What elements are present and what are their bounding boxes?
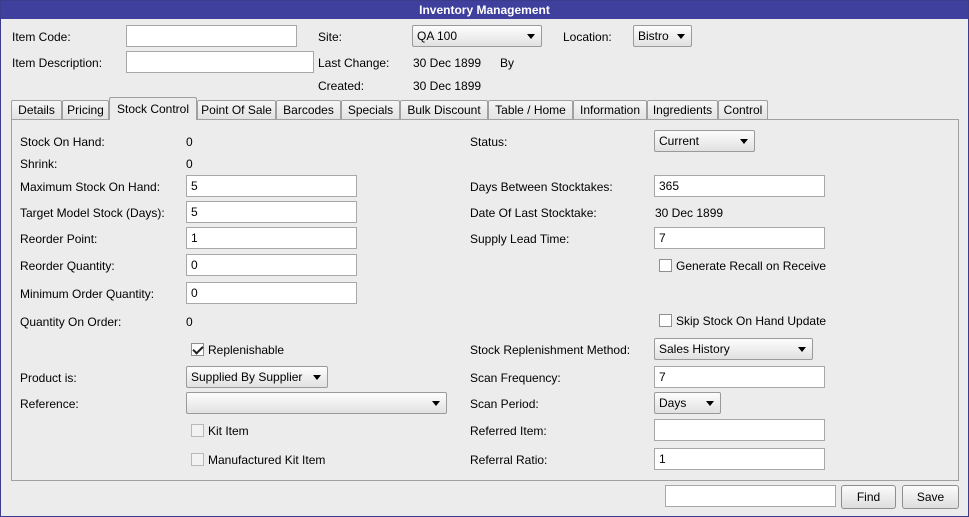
qty-on-order-value: 0 (186, 315, 193, 329)
reference-label: Reference: (20, 397, 79, 411)
min-order-input[interactable]: 0 (186, 282, 357, 304)
product-is-dropdown[interactable]: Supplied By Supplier (186, 366, 328, 388)
location-dropdown[interactable]: Bistro (633, 25, 692, 47)
chevron-down-icon (740, 139, 748, 144)
kit-item-checkbox[interactable] (191, 424, 204, 437)
reference-dropdown[interactable] (186, 392, 447, 414)
scan-period-dropdown-value: Days (659, 396, 687, 410)
tab-table-home[interactable]: Table / Home (488, 100, 573, 119)
item-description-label: Item Description: (12, 56, 103, 70)
chevron-down-icon (798, 347, 806, 352)
last-change-value: 30 Dec 1899 (413, 56, 482, 70)
reorder-qty-label: Reorder Quantity: (20, 259, 115, 273)
target-model-input[interactable]: 5 (186, 201, 357, 223)
min-order-label: Minimum Order Quantity: (20, 287, 155, 301)
site-label: Site: (318, 30, 343, 44)
tab-ingredients[interactable]: Ingredients (647, 100, 718, 119)
tab-information[interactable]: Information (573, 100, 647, 119)
shrink-label: Shrink: (20, 157, 58, 171)
find-input[interactable] (665, 485, 836, 507)
chevron-down-icon (677, 34, 685, 39)
referred-item-input[interactable] (654, 419, 825, 441)
tab-point-of-sale[interactable]: Point Of Sale (197, 100, 276, 119)
shrink-value: 0 (186, 157, 193, 171)
stock-on-hand-label: Stock On Hand: (20, 135, 105, 149)
by-label: By (500, 56, 515, 70)
inventory-window: Inventory Management Item Code: Item Des… (0, 0, 969, 517)
created-value: 30 Dec 1899 (413, 79, 482, 93)
replenishable-checkbox[interactable] (191, 343, 204, 356)
item-code-input[interactable] (126, 25, 297, 47)
qty-on-order-label: Quantity On Order: (20, 315, 122, 329)
last-change-label: Last Change: (318, 56, 390, 70)
chevron-down-icon (706, 401, 714, 406)
scan-frequency-input[interactable]: 7 (654, 366, 825, 388)
supply-lead-label: Supply Lead Time: (470, 232, 570, 246)
days-between-input[interactable]: 365 (654, 175, 825, 197)
reorder-qty-input[interactable]: 0 (186, 254, 357, 276)
days-between-label: Days Between Stocktakes: (470, 180, 613, 194)
find-button[interactable]: Find (841, 485, 896, 509)
tab-specials[interactable]: Specials (341, 100, 400, 119)
created-label: Created: (318, 79, 365, 93)
skip-soh-label: Skip Stock On Hand Update (676, 314, 827, 328)
location-label: Location: (563, 30, 612, 44)
status-label: Status: (470, 135, 508, 149)
status-dropdown-value: Current (659, 134, 700, 148)
stock-control-panel: Stock On Hand: 0 Shrink: 0 Maximum Stock… (11, 119, 959, 481)
site-dropdown-value: QA 100 (417, 29, 458, 43)
tab-details[interactable]: Details (11, 100, 62, 119)
replenishable-label: Replenishable (208, 343, 285, 357)
stock-on-hand-value: 0 (186, 135, 193, 149)
item-description-input[interactable] (126, 51, 314, 73)
referral-ratio-input[interactable]: 1 (654, 448, 825, 470)
referral-ratio-label: Referral Ratio: (470, 453, 548, 467)
last-stocktake-value: 30 Dec 1899 (655, 206, 724, 220)
item-code-label: Item Code: (12, 30, 71, 44)
scan-period-dropdown[interactable]: Days (654, 392, 721, 414)
scan-period-label: Scan Period: (470, 397, 539, 411)
reorder-point-input[interactable]: 1 (186, 227, 357, 249)
save-button[interactable]: Save (902, 485, 959, 509)
tab-pricing[interactable]: Pricing (62, 100, 109, 119)
generate-recall-label: Generate Recall on Receive (676, 259, 827, 273)
max-stock-label: Maximum Stock On Hand: (20, 180, 161, 194)
product-is-label: Product is: (20, 371, 77, 385)
manufactured-kit-label: Manufactured Kit Item (208, 453, 326, 467)
skip-soh-checkbox[interactable] (659, 314, 672, 327)
replenish-method-dropdown[interactable]: Sales History (654, 338, 813, 360)
chevron-down-icon (432, 401, 440, 406)
product-is-dropdown-value: Supplied By Supplier (191, 370, 303, 384)
target-model-label: Target Model Stock (Days): (20, 206, 165, 220)
tab-control[interactable]: Control (718, 100, 768, 119)
status-dropdown[interactable]: Current (654, 130, 755, 152)
tab-barcodes[interactable]: Barcodes (276, 100, 341, 119)
last-stocktake-label: Date Of Last Stocktake: (470, 206, 597, 220)
reorder-point-label: Reorder Point: (20, 232, 98, 246)
referred-item-label: Referred Item: (470, 424, 547, 438)
window-title: Inventory Management (1, 1, 968, 19)
chevron-down-icon (527, 34, 535, 39)
tab-bulk-discount[interactable]: Bulk Discount (400, 100, 488, 119)
generate-recall-checkbox[interactable] (659, 259, 672, 272)
manufactured-kit-checkbox[interactable] (191, 453, 204, 466)
max-stock-input[interactable]: 5 (186, 175, 357, 197)
replenish-method-label: Stock Replenishment Method: (470, 343, 631, 357)
replenish-method-dropdown-value: Sales History (659, 342, 730, 356)
supply-lead-input[interactable]: 7 (654, 227, 825, 249)
scan-frequency-label: Scan Frequency: (470, 371, 561, 385)
location-dropdown-value: Bistro (638, 29, 669, 43)
kit-item-label: Kit Item (208, 424, 249, 438)
tab-stock-control[interactable]: Stock Control (109, 97, 197, 120)
site-dropdown[interactable]: QA 100 (412, 25, 542, 47)
chevron-down-icon (313, 375, 321, 380)
